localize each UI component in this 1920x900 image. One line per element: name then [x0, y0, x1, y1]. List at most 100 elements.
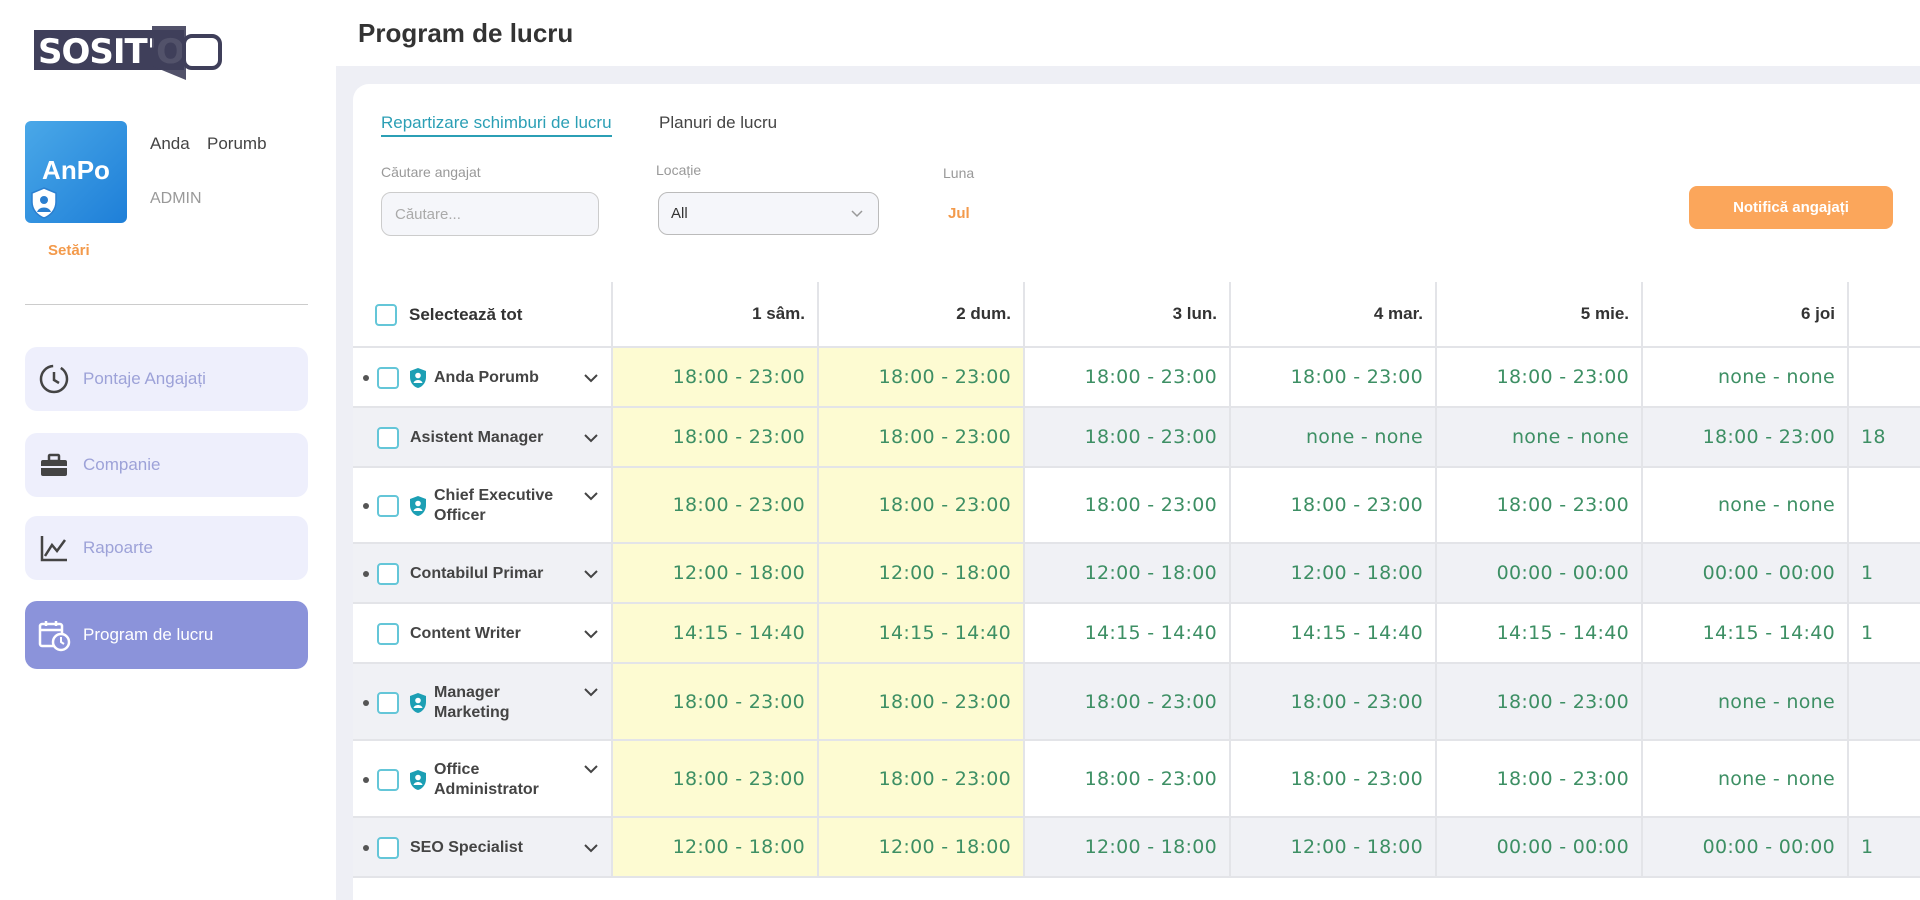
row-checkbox[interactable] [377, 837, 399, 859]
shift-cell[interactable]: 18:00 - 23:00 [819, 348, 1025, 406]
shift-cell[interactable]: 18:00 - 23:00 [1437, 664, 1643, 739]
chevron-down-icon[interactable] [583, 370, 599, 386]
shift-cell[interactable]: 12:00 - 18:00 [613, 544, 819, 602]
table-row: Content Writer 14:15 - 14:40 14:15 - 14:40… [353, 604, 1920, 664]
row-checkbox[interactable] [377, 367, 399, 389]
table-row: Office Administrator 18:00 - 23:00 18:00 - … [353, 741, 1920, 818]
shift-cell[interactable]: 18:00 - 23:00 [1025, 408, 1231, 466]
employee-name: Marketing [434, 703, 510, 721]
day-header: 2 dum. [819, 282, 1025, 346]
shift-cell[interactable]: 18:00 - 23:00 [1437, 348, 1643, 406]
nav-item-companie[interactable]: Companie [25, 433, 308, 497]
nav-item-pontaje[interactable]: Pontaje Angajați [25, 347, 308, 411]
shift-cell[interactable]: 12:00 - 18:00 [1025, 818, 1231, 876]
shift-cell[interactable]: 18:00 - 23:00 [613, 408, 819, 466]
shift-cell[interactable]: none - none [1643, 468, 1849, 542]
shift-cell[interactable]: 18:00 - 23:00 [819, 408, 1025, 466]
shift-cell[interactable]: 18:00 - 23:00 [1025, 664, 1231, 739]
row-checkbox[interactable] [377, 563, 399, 585]
chevron-down-icon[interactable] [583, 488, 599, 504]
shift-cell-overflow[interactable]: 1 [1849, 818, 1920, 876]
shift-cell[interactable]: 12:00 - 18:00 [819, 818, 1025, 876]
chevron-down-icon[interactable] [583, 761, 599, 777]
chevron-down-icon[interactable] [583, 566, 599, 582]
tab-planuri-de-lucru[interactable]: Planuri de lucru [659, 113, 777, 133]
shift-cell[interactable]: 18:00 - 23:00 [1643, 408, 1849, 466]
avatar[interactable]: AnPo [25, 121, 127, 223]
chevron-down-icon[interactable] [583, 840, 599, 856]
shift-cell[interactable]: 14:15 - 14:40 [1643, 604, 1849, 662]
tab-repartizare-schimburi[interactable]: Repartizare schimburi de lucru [381, 113, 612, 137]
row-checkbox[interactable] [377, 691, 399, 714]
shift-cell[interactable]: 18:00 - 23:00 [613, 664, 819, 739]
shift-cell[interactable]: 18:00 - 23:00 [819, 741, 1025, 816]
day-header: 1 sâm. [613, 282, 819, 346]
chevron-down-icon[interactable] [583, 430, 599, 446]
shift-cell[interactable]: 18:00 - 23:00 [1025, 741, 1231, 816]
shift-cell-overflow[interactable]: 1 [1849, 544, 1920, 602]
select-all-checkbox[interactable] [375, 304, 397, 326]
employee-cell: Asistent Manager [353, 408, 613, 466]
shift-cell[interactable]: 12:00 - 18:00 [1025, 544, 1231, 602]
shift-cell[interactable]: 14:15 - 14:40 [1231, 604, 1437, 662]
shift-cell[interactable]: 00:00 - 00:00 [1437, 544, 1643, 602]
chevron-down-icon[interactable] [583, 626, 599, 642]
shift-cell[interactable]: 18:00 - 23:00 [1231, 664, 1437, 739]
shift-cell[interactable]: 18:00 - 23:00 [819, 468, 1025, 542]
page-title: Program de lucru [358, 18, 574, 48]
shift-cell[interactable]: 18:00 - 23:00 [1231, 348, 1437, 406]
location-select[interactable]: All [658, 192, 879, 235]
shift-cell-overflow[interactable]: 18 [1849, 408, 1920, 466]
employee-name: Office [434, 760, 480, 778]
shift-cell[interactable]: 18:00 - 23:00 [1437, 468, 1643, 542]
shift-cell-overflow[interactable]: 1 [1849, 604, 1920, 662]
employee-name: Content Writer [410, 625, 521, 642]
shift-cell[interactable]: none - none [1437, 408, 1643, 466]
employee-cell: Manager Marketing [353, 664, 613, 739]
row-checkbox[interactable] [377, 768, 399, 791]
shift-cell[interactable]: none - none [1643, 741, 1849, 816]
employee-name: Asistent Manager [410, 429, 544, 446]
shift-cell[interactable]: 18:00 - 23:00 [819, 664, 1025, 739]
settings-link[interactable]: Setări [48, 242, 90, 259]
employee-name: Administrator [434, 780, 539, 798]
search-label: Căutare angajat [381, 164, 481, 180]
shift-cell[interactable]: 18:00 - 23:00 [613, 348, 819, 406]
shift-cell[interactable]: none - none [1643, 348, 1849, 406]
shift-cell[interactable]: 00:00 - 00:00 [1643, 818, 1849, 876]
shift-cell[interactable]: none - none [1643, 664, 1849, 739]
employee-name: Chief Executive [434, 487, 554, 504]
nav-item-program-de-lucru[interactable]: Program de lucru [25, 601, 308, 669]
status-dot [363, 375, 369, 381]
chevron-down-icon[interactable] [583, 684, 599, 700]
nav-label: Pontaje Angajați [83, 369, 206, 388]
shift-cell[interactable]: 12:00 - 18:00 [613, 818, 819, 876]
shift-cell[interactable]: 12:00 - 18:00 [1231, 544, 1437, 602]
shift-cell[interactable]: 18:00 - 23:00 [1025, 468, 1231, 542]
notify-employees-button[interactable]: Notifică angajați [1689, 186, 1893, 229]
shift-cell[interactable]: 18:00 - 23:00 [613, 468, 819, 542]
shift-cell[interactable]: 14:15 - 14:40 [1025, 604, 1231, 662]
shift-cell[interactable]: 12:00 - 18:00 [819, 544, 1025, 602]
shift-cell[interactable]: 14:15 - 14:40 [1437, 604, 1643, 662]
search-input[interactable] [381, 192, 599, 236]
shift-cell[interactable]: 18:00 - 23:00 [1231, 468, 1437, 542]
shift-cell[interactable]: 14:15 - 14:40 [819, 604, 1025, 662]
shift-cell[interactable]: 12:00 - 18:00 [1231, 818, 1437, 876]
shift-cell[interactable]: 18:00 - 23:00 [1437, 741, 1643, 816]
nav-item-rapoarte[interactable]: Rapoarte [25, 516, 308, 580]
month-value[interactable]: Jul [948, 205, 970, 222]
row-checkbox[interactable] [377, 427, 399, 449]
shift-cell[interactable]: 00:00 - 00:00 [1643, 544, 1849, 602]
shift-cell[interactable]: none - none [1231, 408, 1437, 466]
row-checkbox[interactable] [377, 623, 399, 645]
shift-cell[interactable]: 18:00 - 23:00 [613, 741, 819, 816]
shift-cell[interactable]: 18:00 - 23:00 [1025, 348, 1231, 406]
shift-cell[interactable]: 00:00 - 00:00 [1437, 818, 1643, 876]
admin-shield-icon [410, 496, 426, 516]
sosito-logo[interactable]: SOSIT'O [34, 26, 224, 80]
admin-shield-icon [410, 368, 426, 388]
shift-cell[interactable]: 18:00 - 23:00 [1231, 741, 1437, 816]
row-checkbox[interactable] [377, 495, 399, 517]
shift-cell[interactable]: 14:15 - 14:40 [613, 604, 819, 662]
